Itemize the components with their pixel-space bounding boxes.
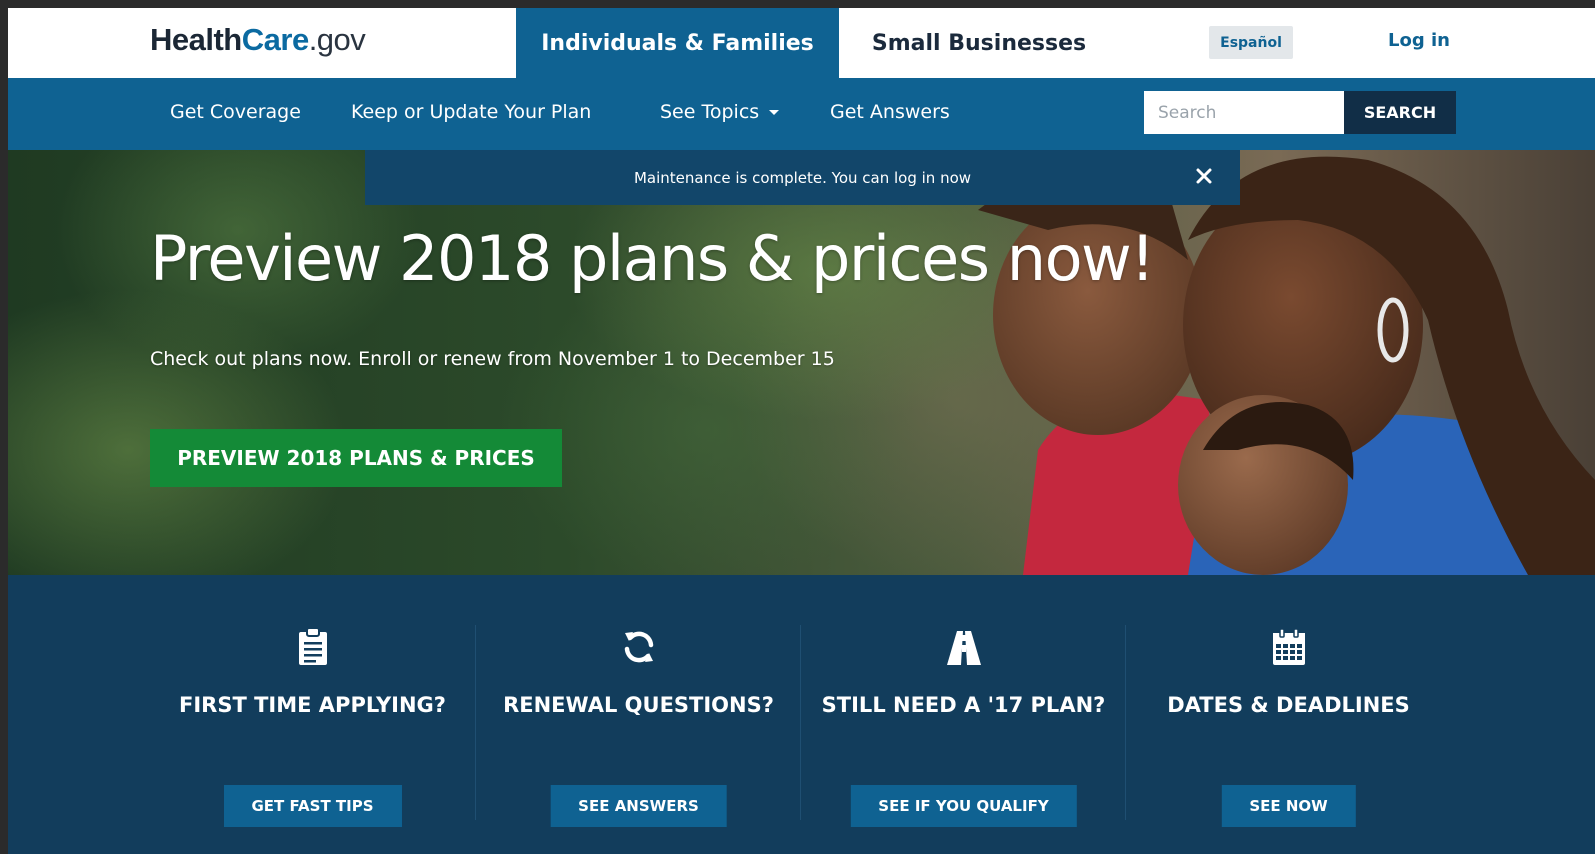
hero-title: Preview 2018 plans & prices now! <box>150 222 1155 295</box>
logo-part-care: Care <box>241 22 309 57</box>
hero-banner: Preview 2018 plans & prices now! Check o… <box>8 150 1595 575</box>
page: HealthCare.gov Individuals & Families Sm… <box>8 8 1595 854</box>
alert-message: Maintenance is complete. You can log in … <box>633 168 972 187</box>
nav-item-label: Get Answers <box>830 101 950 123</box>
nav-item-label: Keep or Update Your Plan <box>351 101 592 123</box>
nav-item-see-topics[interactable]: See Topics <box>660 101 780 123</box>
maintenance-alert: Maintenance is complete. You can log in … <box>365 150 1240 205</box>
nav-item-label: Get Coverage <box>170 101 301 123</box>
road-icon <box>946 631 981 665</box>
quick-links-panels: FIRST TIME APPLYING? GET FAST TIPS RENEW… <box>8 575 1595 854</box>
espanol-language-button[interactable]: Español <box>1209 26 1293 59</box>
healthcare-gov-logo[interactable]: HealthCare.gov <box>150 22 366 57</box>
panel-first-time-applying: FIRST TIME APPLYING? GET FAST TIPS <box>150 575 475 854</box>
panel-title: DATES & DEADLINES <box>1167 693 1410 717</box>
see-answers-button[interactable]: SEE ANSWERS <box>550 785 727 827</box>
see-if-you-qualify-button[interactable]: SEE IF YOU QUALIFY <box>850 785 1077 827</box>
panel-title: FIRST TIME APPLYING? <box>179 693 446 717</box>
login-link[interactable]: Log in <box>1388 30 1450 51</box>
nav-item-keep-or-update-plan[interactable]: Keep or Update Your Plan <box>351 101 591 123</box>
logo-part-gov: .gov <box>308 22 366 57</box>
get-fast-tips-button[interactable]: GET FAST TIPS <box>223 785 402 827</box>
see-now-button[interactable]: SEE NOW <box>1221 785 1356 827</box>
search-button[interactable]: SEARCH <box>1344 91 1456 134</box>
preview-plans-button[interactable]: PREVIEW 2018 PLANS & PRICES <box>150 429 562 487</box>
close-icon[interactable] <box>1192 164 1216 188</box>
panel-dates-deadlines: DATES & DEADLINES SEE NOW <box>1126 575 1451 854</box>
tab-small-businesses[interactable]: Small Businesses <box>839 8 1119 78</box>
panel-title: STILL NEED A '17 PLAN? <box>821 693 1106 717</box>
refresh-icon <box>624 631 653 663</box>
search-input[interactable] <box>1144 91 1344 134</box>
top-header: HealthCare.gov Individuals & Families Sm… <box>8 8 1595 78</box>
hero-subtitle: Check out plans now. Enroll or renew fro… <box>150 348 835 370</box>
logo-part-health: Health <box>150 22 242 57</box>
nav-item-get-answers[interactable]: Get Answers <box>830 101 950 123</box>
clipboard-icon <box>298 627 327 665</box>
main-nav: Get Coverage Keep or Update Your Plan Se… <box>8 78 1595 150</box>
calendar-icon <box>1272 628 1305 665</box>
panel-title: RENEWAL QUESTIONS? <box>503 693 774 717</box>
panel-renewal-questions: RENEWAL QUESTIONS? SEE ANSWERS <box>476 575 801 854</box>
nav-item-get-coverage[interactable]: Get Coverage <box>170 101 301 123</box>
tab-individuals-families[interactable]: Individuals & Families <box>516 8 839 78</box>
panel-still-need-17-plan: STILL NEED A '17 PLAN? SEE IF YOU QUALIF… <box>801 575 1126 854</box>
chevron-down-icon <box>769 110 780 115</box>
nav-item-label: See Topics <box>660 101 760 123</box>
